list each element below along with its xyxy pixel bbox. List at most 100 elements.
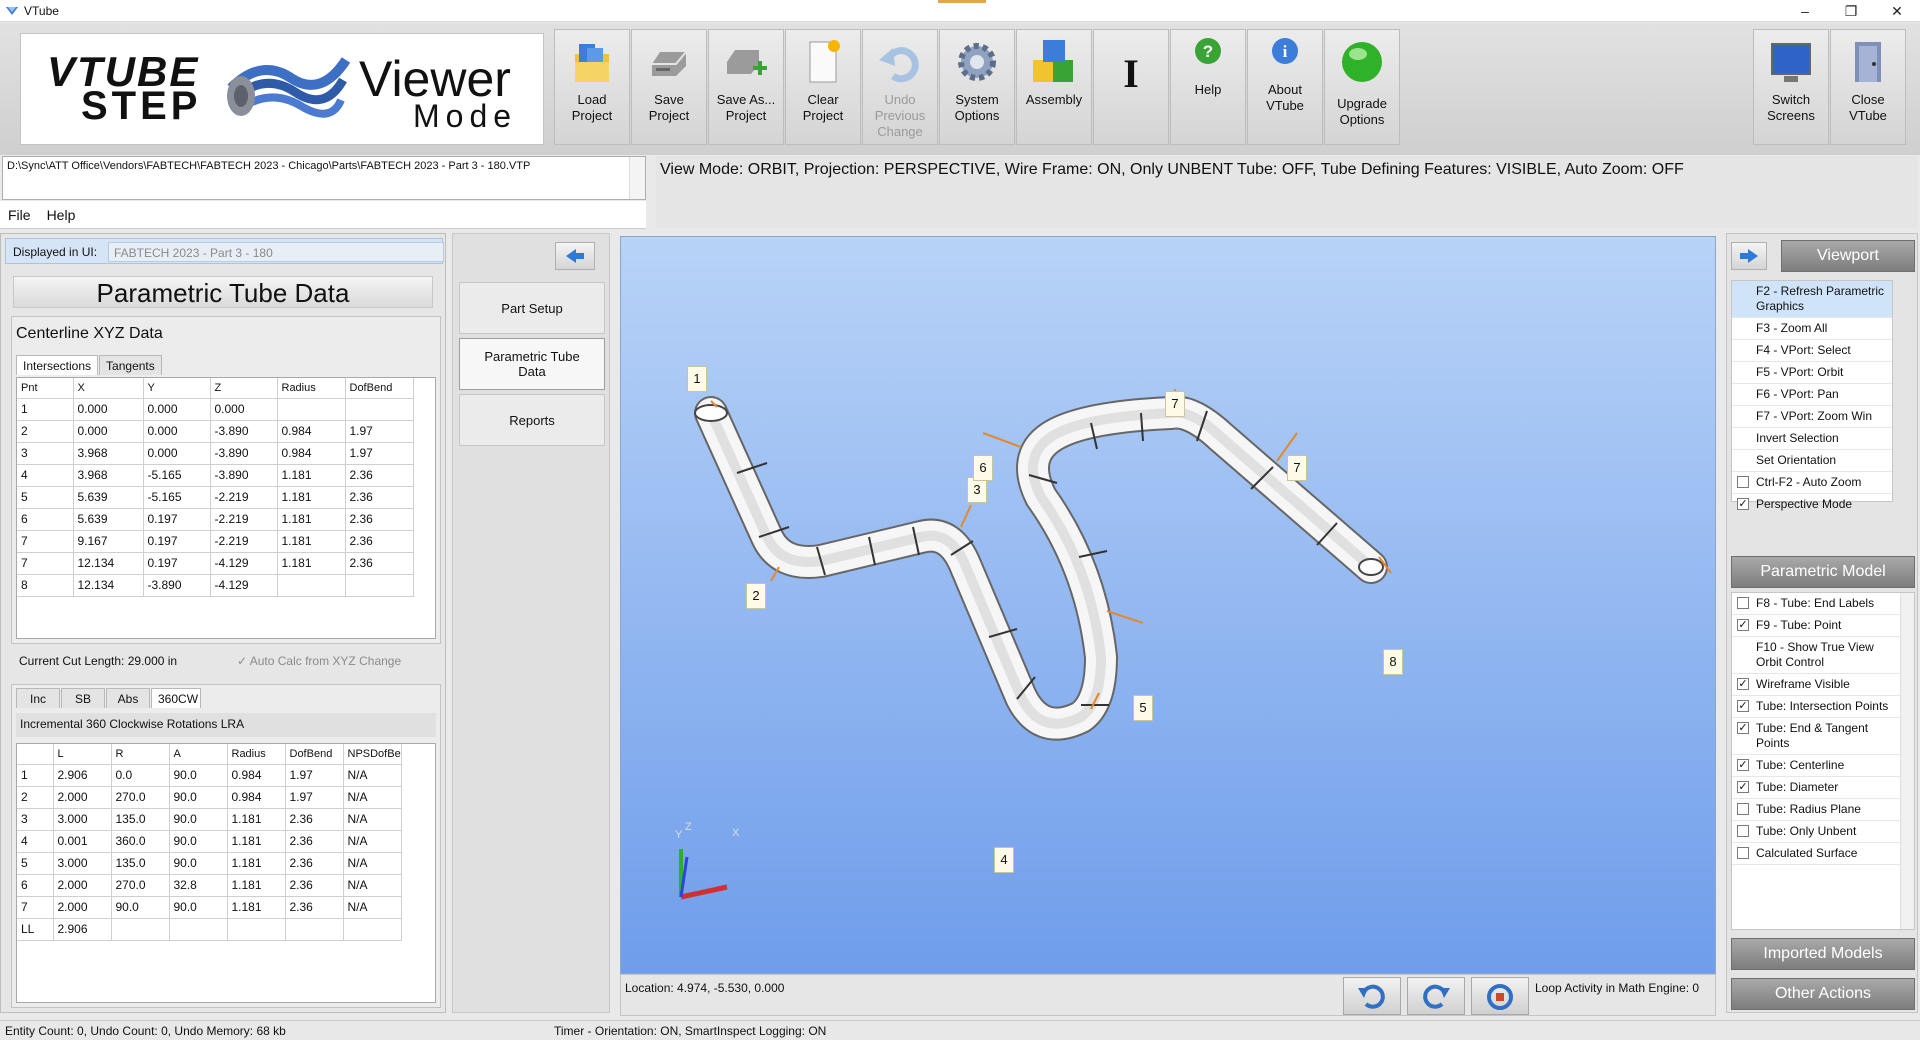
cell[interactable]: 12.134	[73, 552, 144, 575]
cell[interactable]: -2.219	[210, 508, 278, 531]
restore-button[interactable]: ❐	[1828, 0, 1874, 22]
cell[interactable]	[343, 918, 402, 941]
cell[interactable]: 3.000	[53, 852, 112, 875]
refresh-graphics-item[interactable]: F2 - Refresh Parametric Graphics	[1732, 281, 1892, 318]
cell[interactable]: -2.219	[210, 530, 278, 553]
table-row[interactable]: 1 0.000 0.000 0.000	[17, 398, 414, 421]
cell[interactable]: 90.0	[169, 896, 228, 919]
cell[interactable]	[277, 398, 346, 421]
3d-viewport[interactable]: 1 2 3 4 5 6 7 7 8 X Y Z	[620, 236, 1716, 974]
cell[interactable]: 3.968	[73, 442, 144, 465]
upgrade-options-button[interactable]: Upgrade Options	[1324, 29, 1400, 145]
cell[interactable]: 0.984	[277, 420, 346, 443]
tab-abs[interactable]: Abs	[106, 688, 150, 708]
cell[interactable]: -3.890	[143, 574, 211, 597]
cell[interactable]: 5	[17, 486, 74, 509]
tab-intersections[interactable]: Intersections	[16, 355, 99, 375]
cell[interactable]: 0.000	[73, 420, 144, 443]
cell[interactable]: 5.639	[73, 508, 144, 531]
cell[interactable]: 2.36	[345, 508, 414, 531]
checkbox-checked-icon[interactable]: ✓	[1737, 759, 1749, 771]
cell[interactable]: 4	[17, 830, 54, 853]
assembly-button[interactable]: Assembly	[1016, 29, 1092, 145]
cell[interactable]: 2	[17, 420, 74, 443]
cell[interactable]: 0.197	[143, 530, 211, 553]
cell[interactable]: N/A	[343, 764, 402, 787]
cell[interactable]: 8	[17, 574, 74, 597]
tube-point-item[interactable]: ✓ F9 - Tube: Point	[1732, 615, 1900, 637]
cell[interactable]	[345, 398, 414, 421]
cell[interactable]: N/A	[343, 786, 402, 809]
checkbox-icon[interactable]	[1737, 847, 1749, 859]
intersection-points-item[interactable]: ✓ Tube: Intersection Points	[1732, 696, 1900, 718]
radius-plane-item[interactable]: Tube: Radius Plane	[1732, 799, 1900, 821]
cell[interactable]: 6	[17, 874, 54, 897]
cell[interactable]: 2.36	[285, 874, 344, 897]
tab-tangents[interactable]: Tangents	[99, 355, 162, 375]
only-unbent-item[interactable]: Tube: Only Unbent	[1732, 821, 1900, 843]
parametric-list-scrollbar[interactable]	[1900, 593, 1914, 929]
table-row[interactable]: 7 9.167 0.197 -2.219 1.181 2.36	[17, 530, 414, 553]
invert-selection-item[interactable]: Invert Selection	[1732, 428, 1892, 450]
checkbox-icon[interactable]	[1737, 825, 1749, 837]
cell[interactable]: 90.0	[169, 786, 228, 809]
cell[interactable]: 0.197	[143, 552, 211, 575]
checkbox-checked-icon[interactable]: ✓	[1737, 678, 1749, 690]
cell[interactable]: 2.36	[345, 552, 414, 575]
checkbox-checked-icon[interactable]: ✓	[1737, 781, 1749, 793]
cell[interactable]: 2.906	[53, 918, 112, 941]
lra-grid[interactable]: L R A Radius DofBend NPSDofBe 1 2.906 0.0 9…	[16, 743, 436, 1003]
rotate-ccw-button[interactable]	[1343, 977, 1401, 1015]
cell[interactable]: 5.639	[73, 486, 144, 509]
reset-orientation-button[interactable]	[1471, 977, 1529, 1015]
cell[interactable]: 1.97	[345, 420, 414, 443]
menu-file[interactable]: File	[0, 201, 39, 223]
cell[interactable]: N/A	[343, 852, 402, 875]
cell[interactable]: 1.97	[345, 442, 414, 465]
table-row[interactable]: 6 2.000 270.0 32.8 1.181 2.36 N/A	[17, 874, 402, 897]
cell[interactable]: 135.0	[111, 852, 170, 875]
cell[interactable]: 1.181	[227, 896, 286, 919]
cell[interactable]: 0.000	[210, 398, 278, 421]
cell[interactable]: 1.181	[277, 464, 346, 487]
cell[interactable]: 1.97	[285, 786, 344, 809]
cell[interactable]: 90.0	[169, 852, 228, 875]
cell[interactable]: 90.0	[169, 764, 228, 787]
cell[interactable]: 0.984	[227, 786, 286, 809]
about-vtube-button[interactable]: i About VTube	[1247, 29, 1323, 145]
parametric-tube-data-button[interactable]: Parametric Tube Data	[459, 338, 605, 390]
checkbox-icon[interactable]	[1737, 803, 1749, 815]
collapse-right-button[interactable]	[1731, 242, 1767, 270]
cell[interactable]: N/A	[343, 896, 402, 919]
cell[interactable]: 2.36	[345, 530, 414, 553]
cell[interactable]: 2.36	[345, 486, 414, 509]
cell[interactable]: -4.129	[210, 552, 278, 575]
menu-help[interactable]: Help	[39, 201, 84, 223]
cell[interactable]: 6	[17, 508, 74, 531]
undo-button[interactable]: Undo Previous Change	[862, 29, 938, 145]
cell[interactable]: 0.984	[277, 442, 346, 465]
cell[interactable]: 1	[17, 764, 54, 787]
checkbox-checked-icon[interactable]: ✓	[1737, 700, 1749, 712]
table-row[interactable]: 4 3.968 -5.165 -3.890 1.181 2.36	[17, 464, 414, 487]
cell[interactable]: 1.181	[227, 852, 286, 875]
cell[interactable]	[277, 574, 346, 597]
parametric-model-group-button[interactable]: Parametric Model	[1731, 556, 1915, 588]
checkbox-checked-icon[interactable]: ✓	[1737, 498, 1749, 510]
minimize-button[interactable]: –	[1782, 0, 1828, 22]
cell[interactable]: 2.000	[53, 896, 112, 919]
cell[interactable]: 2.000	[53, 874, 112, 897]
cell[interactable]: N/A	[343, 808, 402, 831]
checkbox-checked-icon[interactable]: ✓	[1737, 722, 1749, 734]
cell[interactable]: 1.181	[277, 486, 346, 509]
cell[interactable]: 9.167	[73, 530, 144, 553]
cell[interactable]: -5.165	[143, 464, 211, 487]
cell[interactable]: 1.181	[227, 874, 286, 897]
cell[interactable]: 1.181	[277, 530, 346, 553]
cell[interactable]: 7	[17, 530, 74, 553]
viewport-group-button[interactable]: Viewport	[1781, 240, 1915, 272]
table-row[interactable]: 7 12.134 0.197 -4.129 1.181 2.36	[17, 552, 414, 575]
diameter-item[interactable]: ✓ Tube: Diameter	[1732, 777, 1900, 799]
table-row[interactable]: 7 2.000 90.0 90.0 1.181 2.36 N/A	[17, 896, 402, 919]
cell[interactable]: 3.968	[73, 464, 144, 487]
